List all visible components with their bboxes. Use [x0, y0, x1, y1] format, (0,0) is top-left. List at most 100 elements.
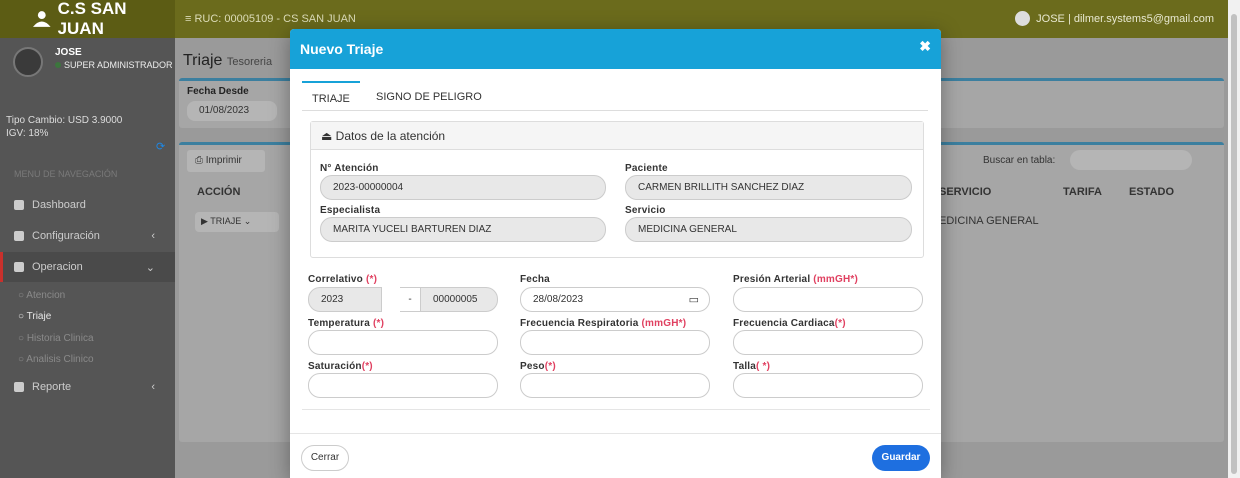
column-header-accion[interactable]: ACCIÓN: [197, 186, 240, 198]
dashboard-icon: [14, 200, 24, 210]
chevron-down-icon: ⌄: [145, 261, 155, 274]
sidebar-item-configuracion[interactable]: Configuración ‹: [0, 221, 175, 251]
sidebar-item-label: Operacion: [32, 261, 83, 273]
label-text: Correlativo: [308, 274, 363, 285]
column-header-estado[interactable]: ESTADO: [1129, 186, 1174, 198]
fecha-label: Fecha: [520, 274, 550, 285]
brand-logo[interactable]: C.S SAN JUAN: [0, 0, 175, 38]
servicio-field[interactable]: MEDICINA GENERAL: [625, 217, 912, 242]
fecha-desde-input[interactable]: 01/08/2023: [187, 101, 277, 121]
chevron-left-icon: ‹: [151, 381, 155, 393]
print-button[interactable]: ⎙ Imprimir: [187, 150, 265, 172]
report-icon: [14, 382, 24, 392]
subitem-label: Triaje: [26, 311, 52, 322]
peso-label: Peso(*): [520, 361, 556, 372]
subitem-label: Historia Clinica: [26, 333, 94, 344]
divider: [302, 409, 930, 410]
guardar-button[interactable]: Guardar: [872, 445, 930, 471]
folder-icon: [14, 262, 24, 272]
brand-name: C.S SAN JUAN: [57, 0, 127, 38]
fecha-value: 28/08/2023: [533, 294, 584, 305]
sidebar-subitem-historia-clinica[interactable]: ○ Historia Clinica: [18, 333, 94, 344]
talla-input[interactable]: [733, 373, 923, 398]
user-avatar-icon: [1015, 11, 1031, 26]
temperatura-input[interactable]: [308, 330, 498, 355]
chevron-left-icon: ‹: [151, 230, 155, 242]
fecha-input[interactable]: 28/08/2023 ▭: [520, 287, 710, 312]
servicio-label: Servicio: [625, 205, 666, 216]
saturacion-input[interactable]: [308, 373, 498, 398]
user-menu[interactable]: JOSE | dilmer.systems5@gmail.com: [1015, 11, 1214, 26]
subitem-label: Atencion: [26, 290, 66, 301]
label-text: Talla: [733, 361, 757, 372]
gear-icon: [14, 231, 24, 241]
column-header-servicio[interactable]: SERVICIO: [939, 186, 991, 198]
page-subtitle: Tesoreria: [226, 56, 273, 68]
datos-atencion-header[interactable]: ⏏ Datos de la atención: [311, 122, 923, 150]
correlativo-label: Correlativo (*): [308, 274, 377, 285]
tipo-cambio-text: Tipo Cambio: USD 3.9000: [6, 115, 123, 126]
label-text: Peso: [520, 361, 545, 372]
required-marker: (*): [373, 318, 385, 329]
frecuencia-cardiaca-input[interactable]: [733, 330, 923, 355]
required-marker: (*): [544, 361, 556, 372]
search-label: Buscar en tabla:: [983, 155, 1056, 166]
talla-label: Talla( *): [733, 361, 770, 372]
sidebar-item-operacion[interactable]: Operacion ⌄: [0, 252, 175, 282]
sidebar-item-label: Dashboard: [32, 199, 86, 211]
sidebar-subitem-analisis-clinico[interactable]: ○ Analisis Clinico: [18, 354, 94, 365]
sidebar-subitem-atencion[interactable]: ○ Atencion: [18, 290, 65, 301]
label-text: Temperatura: [308, 318, 371, 329]
label-text: Frecuencia Respiratoria: [520, 318, 639, 329]
sidebar: JOSE SUPER ADMINISTRADOR Tipo Cambio: US…: [0, 38, 175, 478]
n-atencion-label: N° Atención: [320, 163, 379, 174]
presion-arterial-input[interactable]: [733, 287, 923, 312]
peso-input[interactable]: [520, 373, 710, 398]
close-icon[interactable]: ✖: [919, 38, 931, 55]
presion-arterial-label: Presión Arterial (mmGH*): [733, 274, 858, 285]
label-text: Saturación: [308, 361, 362, 372]
correlativo-separator: -: [400, 287, 420, 312]
especialista-field[interactable]: MARITA YUCELI BARTUREN DIAZ: [320, 217, 606, 242]
online-status-icon: [55, 62, 61, 68]
column-header-tarifa[interactable]: TARIFA: [1063, 186, 1102, 198]
tab-signo-de-peligro[interactable]: SIGNO DE PELIGRO: [366, 81, 492, 111]
frecuencia-respiratoria-input[interactable]: [520, 330, 710, 355]
frecuencia-cardiaca-label: Frecuencia Cardiaca(*): [733, 318, 846, 329]
sidebar-user-name: JOSE: [55, 47, 82, 58]
row-action-label: TRIAJE: [210, 216, 242, 226]
modal-title: Nuevo Triaje: [300, 41, 384, 57]
label-text: Frecuencia Cardiaca: [733, 318, 835, 329]
sidebar-item-reporte[interactable]: Reporte ‹: [0, 372, 175, 402]
paciente-field[interactable]: CARMEN BRILLITH SANCHEZ DIAZ: [625, 175, 912, 200]
sidebar-subitem-triaje[interactable]: ○ Triaje: [18, 311, 51, 322]
n-atencion-field[interactable]: 2023-00000004: [320, 175, 606, 200]
sidebar-item-label: Configuración: [32, 230, 100, 242]
tipo-cambio: Tipo Cambio: USD 3.9000 IGV: 18%: [6, 114, 122, 140]
unit-marker: (mmGH*): [813, 274, 859, 285]
datos-header-text: Datos de la atención: [335, 129, 446, 143]
page-title: Triaje Tesoreria: [183, 52, 272, 70]
correlativo-number-field[interactable]: 00000005: [420, 287, 498, 312]
avatar: [13, 47, 43, 77]
sidebar-profile: JOSE SUPER ADMINISTRADOR: [0, 38, 175, 108]
calendar-icon[interactable]: ▭: [689, 293, 699, 306]
sidebar-item-dashboard[interactable]: Dashboard: [0, 190, 175, 220]
ruc-label[interactable]: ≡ RUC: 00005109 - CS SAN JUAN: [185, 13, 356, 25]
igv-text: IGV: 18%: [6, 128, 49, 139]
role-text: SUPER ADMINISTRADOR: [64, 60, 173, 70]
tab-triaje[interactable]: TRIAJE: [302, 81, 360, 111]
correlativo-year-field[interactable]: 2023: [308, 287, 382, 312]
page-scrollbar[interactable]: [1228, 0, 1240, 478]
required-marker: ( *): [756, 361, 771, 372]
nav-header: MENU DE NAVEGACIÓN: [14, 169, 118, 179]
label-text: Presión Arterial: [733, 274, 811, 285]
refresh-icon[interactable]: ⟳: [156, 140, 165, 153]
search-input[interactable]: [1070, 150, 1192, 170]
required-marker: (*): [361, 361, 373, 372]
cerrar-button[interactable]: Cerrar: [301, 445, 349, 471]
required-marker: (*): [365, 274, 378, 285]
scrollbar-thumb[interactable]: [1231, 14, 1237, 474]
unit-marker: (mmGH*): [641, 318, 687, 329]
triaje-row-button[interactable]: ▶ TRIAJE ⌄: [195, 212, 279, 232]
